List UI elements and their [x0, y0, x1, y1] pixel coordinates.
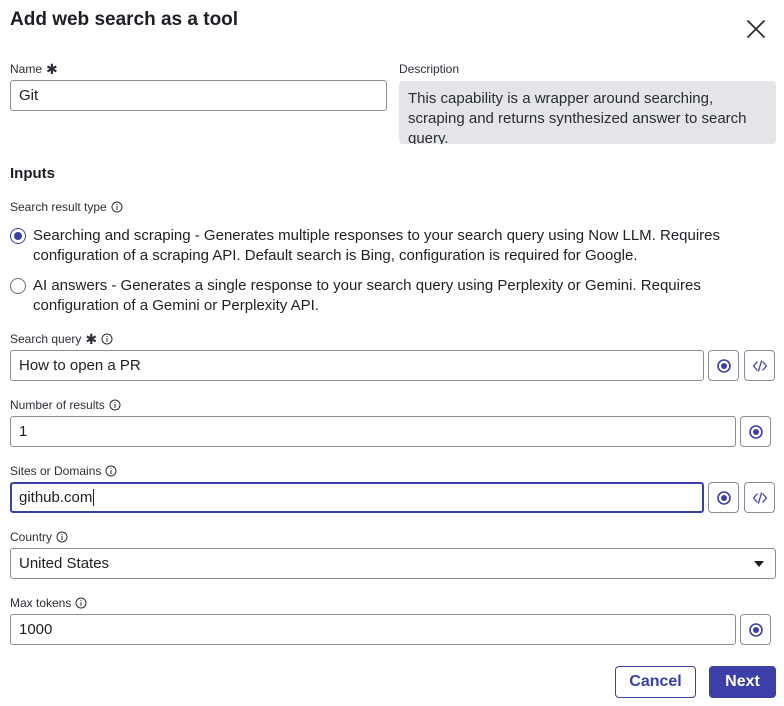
radio-label: AI answers - Generates a single response… — [33, 277, 701, 314]
text-cursor — [93, 489, 95, 506]
cancel-button[interactable]: Cancel — [615, 666, 696, 698]
sites-or-domains-input[interactable]: github.com — [10, 482, 704, 513]
search-query-label: Search query ✱ — [10, 332, 113, 346]
radio-option-searching-scraping[interactable]: Searching and scraping - Generates multi… — [10, 226, 770, 266]
description-label: Description — [399, 62, 460, 76]
caret-down-icon — [754, 560, 764, 567]
info-icon[interactable] — [56, 531, 68, 543]
name-input[interactable]: Git — [10, 80, 387, 111]
preview-button[interactable] — [740, 416, 771, 447]
radio-button-selected[interactable] — [10, 228, 26, 244]
info-icon[interactable] — [111, 201, 123, 213]
inputs-heading: Inputs — [10, 165, 55, 182]
info-icon[interactable] — [101, 333, 113, 345]
sites-or-domains-label: Sites or Domains — [10, 464, 117, 478]
eye-icon — [748, 424, 763, 439]
eye-icon — [748, 622, 763, 637]
info-icon[interactable] — [105, 465, 117, 477]
eye-icon — [716, 490, 731, 505]
max-tokens-input[interactable]: 1000 — [10, 614, 736, 645]
eye-icon — [716, 358, 731, 373]
description-field[interactable]: This capability is a wrapper around sear… — [399, 81, 776, 144]
radio-option-ai-answers[interactable]: AI answers - Generates a single response… — [10, 276, 770, 316]
code-button[interactable] — [744, 482, 775, 513]
number-of-results-label: Number of results — [10, 398, 121, 412]
radio-label: Searching and scraping - Generates multi… — [33, 227, 721, 264]
code-icon — [752, 359, 767, 372]
next-button[interactable]: Next — [709, 666, 776, 698]
code-button[interactable] — [744, 350, 775, 381]
preview-button[interactable] — [708, 350, 739, 381]
preview-button[interactable] — [708, 482, 739, 513]
search-query-input[interactable]: How to open a PR — [10, 350, 704, 381]
country-select[interactable]: United States — [10, 548, 776, 579]
search-result-type-label: Search result type — [10, 200, 123, 214]
required-icon: ✱ — [46, 61, 58, 77]
preview-button[interactable] — [740, 614, 771, 645]
radio-button[interactable] — [10, 278, 26, 294]
code-icon — [752, 491, 767, 504]
dialog-title: Add web search as a tool — [10, 9, 239, 30]
info-icon[interactable] — [75, 597, 87, 609]
country-label: Country — [10, 530, 68, 544]
required-icon: ✱ — [85, 331, 98, 347]
name-label: Name ✱ — [10, 61, 58, 77]
number-of-results-input[interactable]: 1 — [10, 416, 736, 447]
close-icon — [747, 20, 765, 38]
max-tokens-label: Max tokens — [10, 596, 87, 610]
close-button[interactable] — [744, 17, 768, 41]
info-icon[interactable] — [109, 399, 121, 411]
